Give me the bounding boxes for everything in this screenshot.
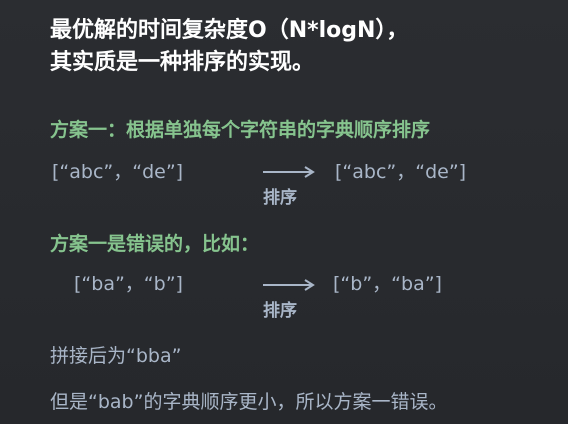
- plan1-input-list: [“abc”，“de”]: [52, 161, 184, 183]
- concatenation-result: 拼接后为“bba”: [50, 345, 182, 367]
- slide: 最优解的时间复杂度O（N*logN）， 其实质是一种排序的实现。 方案一：根据单…: [0, 0, 568, 424]
- conclusion-text: 但是“bab”的字典顺序更小，所以方案一错误。: [50, 391, 448, 413]
- title-line-2: 其实质是一种排序的实现。: [50, 50, 315, 75]
- counterexample-input-list: [“ba”，“b”]: [74, 273, 183, 295]
- plan1-output-list: [“abc”，“de”]: [335, 161, 467, 183]
- counterexample-sort-label: 排序: [263, 301, 297, 321]
- title-line-1: 最优解的时间复杂度O（N*logN），: [50, 18, 409, 43]
- plan1-heading: 方案一：根据单独每个字符串的字典顺序排序: [50, 119, 431, 141]
- plan1-sort-label: 排序: [263, 188, 297, 208]
- counterexample-output-list: [“b”，“ba”]: [333, 273, 442, 295]
- right-arrow-icon: [263, 166, 315, 178]
- right-arrow-icon: [263, 279, 315, 291]
- plan1-wrong-heading: 方案一是错误的，比如：: [50, 233, 260, 255]
